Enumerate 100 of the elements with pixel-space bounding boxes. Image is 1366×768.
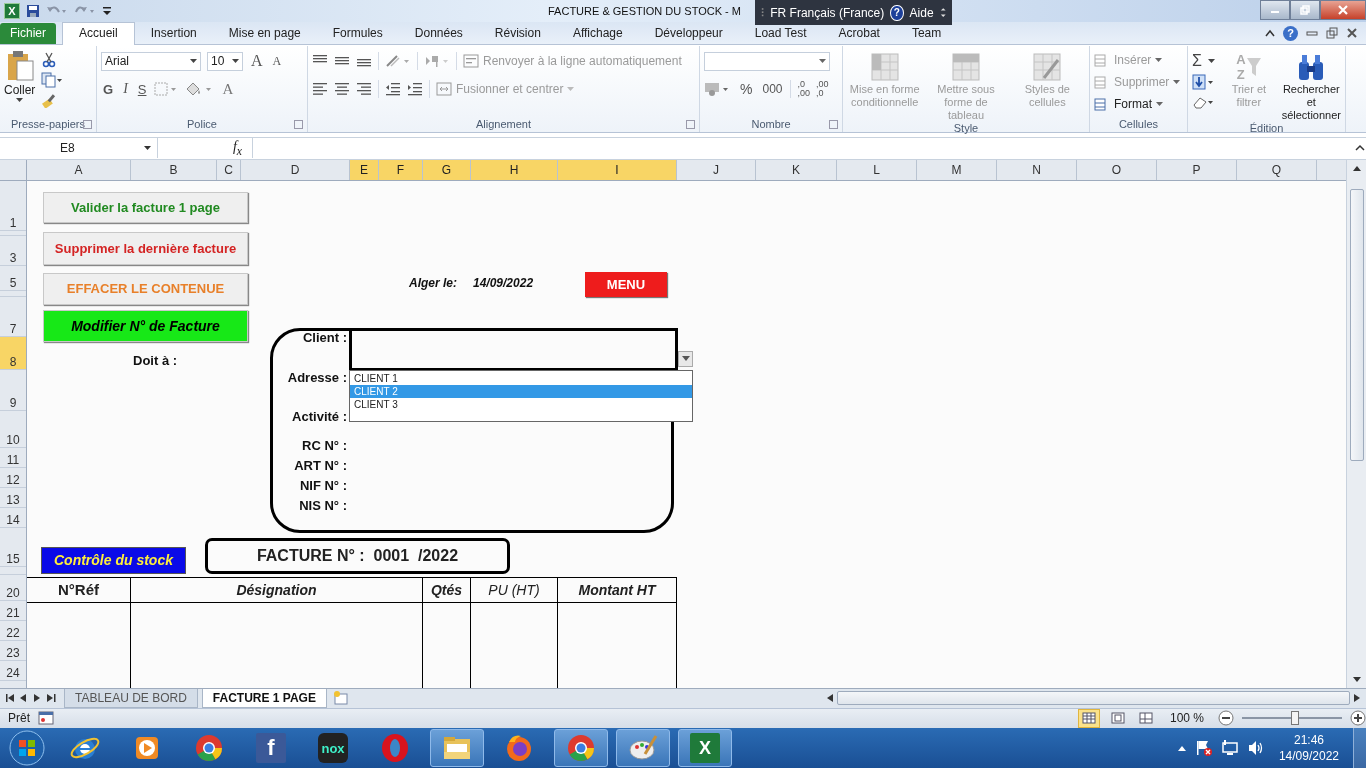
row-header[interactable]: 24 (0, 660, 26, 681)
dropdown-option[interactable]: CLIENT 3 (350, 397, 692, 411)
fill-down-icon[interactable] (1192, 74, 1216, 91)
find-select-button[interactable]: Rechercher et sélectionner (1281, 50, 1341, 123)
row-header[interactable]: 12 (0, 467, 26, 488)
close-icon[interactable] (1346, 27, 1358, 40)
row-header[interactable]: 7 (0, 296, 26, 337)
zoom-slider-thumb[interactable] (1291, 711, 1299, 726)
clock-date[interactable]: 14/09/2022 (1278, 748, 1339, 764)
help-icon[interactable]: ? (1283, 25, 1298, 41)
align-icon[interactable] (312, 82, 328, 97)
grow-font-button[interactable]: A (249, 52, 265, 71)
number-format-field[interactable] (704, 51, 830, 71)
record-macro-icon[interactable] (38, 711, 54, 726)
close-button[interactable] (1320, 0, 1366, 20)
column-header[interactable]: H (471, 159, 558, 180)
scroll-down-icon[interactable] (1352, 676, 1361, 682)
align-icon[interactable] (356, 82, 372, 97)
macro-button[interactable]: Supprimer la dernière facture (43, 231, 248, 265)
restore-icon[interactable] (1326, 27, 1338, 40)
scroll-up-icon[interactable] (1352, 165, 1361, 171)
column-header[interactable]: C (217, 159, 241, 180)
shrink-font-button[interactable]: A (270, 53, 284, 69)
column-header[interactable]: Q (1237, 159, 1317, 180)
excel-icon[interactable]: X (4, 3, 20, 20)
row-header[interactable]: 15 (0, 527, 26, 567)
ribbon-tab[interactable]: Données (398, 23, 479, 45)
column-header[interactable]: J (677, 159, 756, 180)
row-header[interactable]: 5 (0, 265, 26, 291)
column-header[interactable]: M (917, 159, 997, 180)
font-size-field[interactable]: 10 (207, 51, 243, 71)
bold-button[interactable]: G (101, 81, 116, 97)
row-header[interactable]: 23 (0, 640, 26, 661)
zoom-in-icon[interactable] (1350, 710, 1366, 727)
paste-button[interactable]: Coller (4, 50, 36, 103)
align-icon[interactable] (334, 82, 350, 97)
network-icon[interactable] (1220, 739, 1239, 757)
vertical-scrollbar[interactable] (1346, 159, 1366, 688)
minimize-icon[interactable] (1306, 28, 1318, 39)
flag-icon[interactable] (1194, 739, 1213, 757)
decrease-decimal-button[interactable]: ,00 ,0 (816, 80, 829, 99)
dialog-launcher-icon[interactable] (686, 120, 695, 130)
zoom-out-icon[interactable] (1218, 710, 1234, 727)
row-header[interactable]: 3 (0, 235, 26, 266)
underline-button[interactable]: S (135, 81, 149, 97)
ribbon-tab[interactable]: Révision (478, 23, 557, 45)
scroll-right-icon[interactable] (1354, 694, 1360, 703)
stock-control-button[interactable]: Contrôle du stock (41, 546, 186, 574)
increase-indent-icon[interactable] (407, 82, 423, 97)
scroll-left-icon[interactable] (826, 694, 833, 703)
row-header[interactable]: 11 (0, 447, 26, 468)
macro-button[interactable]: Valider la facture 1 page (43, 191, 248, 223)
ribbon-tab[interactable]: Formules (316, 23, 399, 45)
language-button[interactable]: FR Français (France) (770, 5, 885, 20)
italic-button[interactable]: I (121, 81, 130, 98)
ribbon-tab[interactable]: Team (895, 23, 958, 45)
scrollbar-thumb[interactable] (1349, 188, 1364, 461)
help-button[interactable]: Aide (909, 5, 934, 20)
cells-button[interactable]: Format (1094, 94, 1163, 115)
dialog-launcher-icon[interactable] (294, 120, 303, 130)
collapse-ribbon-icon[interactable] (1265, 29, 1275, 38)
file-tab[interactable]: Fichier (0, 23, 56, 45)
ribbon-tab[interactable]: Développeur (638, 23, 739, 45)
column-header[interactable]: N (997, 159, 1077, 180)
decrease-indent-icon[interactable] (385, 82, 401, 97)
menu-button[interactable]: MENU (585, 271, 667, 297)
row-header[interactable]: 14 (0, 507, 26, 528)
column-header[interactable]: P (1157, 159, 1237, 180)
column-header[interactable]: B (131, 159, 217, 180)
percent-button[interactable]: % (738, 81, 755, 98)
client-field[interactable] (349, 327, 678, 371)
font-color-button[interactable]: A (220, 80, 236, 98)
paragraph-icon[interactable] (424, 54, 450, 69)
ribbon-tab[interactable]: Accueil (62, 22, 135, 46)
column-header[interactable]: I (558, 159, 677, 180)
autosum-button[interactable]: Σ (1192, 52, 1215, 71)
zoom-level[interactable]: 100 % (1169, 711, 1204, 726)
options-icon[interactable] (939, 5, 946, 20)
row-header[interactable]: 22 (0, 620, 26, 641)
ribbon-tab[interactable]: Load Test (738, 23, 823, 45)
column-header[interactable]: E (350, 159, 379, 180)
column-header[interactable]: O (1077, 159, 1157, 180)
column-header[interactable]: F (379, 159, 423, 180)
clock-time[interactable]: 21:46 (1293, 732, 1324, 748)
ribbon-tab[interactable]: Mise en page (212, 23, 317, 45)
column-header[interactable]: L (837, 159, 917, 180)
column-header[interactable]: G (423, 159, 471, 180)
volume-icon[interactable] (1246, 739, 1265, 757)
copy-icon[interactable] (41, 72, 64, 89)
scissors-icon[interactable] (41, 52, 58, 69)
sheet-tab[interactable]: FACTURE 1 PAGE (201, 688, 327, 708)
taskbar-button[interactable]: X (678, 729, 732, 767)
row-header[interactable]: 8 (0, 336, 26, 370)
insert-function-button[interactable]: f$_{x}$ (162, 139, 248, 158)
ribbon-tab[interactable]: Insertion (134, 23, 213, 45)
name-box[interactable]: E8 (0, 138, 158, 159)
macro-button[interactable]: Modifier N° de Facture (43, 309, 248, 342)
taskbar-button[interactable] (430, 729, 484, 767)
thousands-button[interactable]: 000 (760, 82, 785, 97)
tray-expand-icon[interactable] (1176, 744, 1187, 752)
